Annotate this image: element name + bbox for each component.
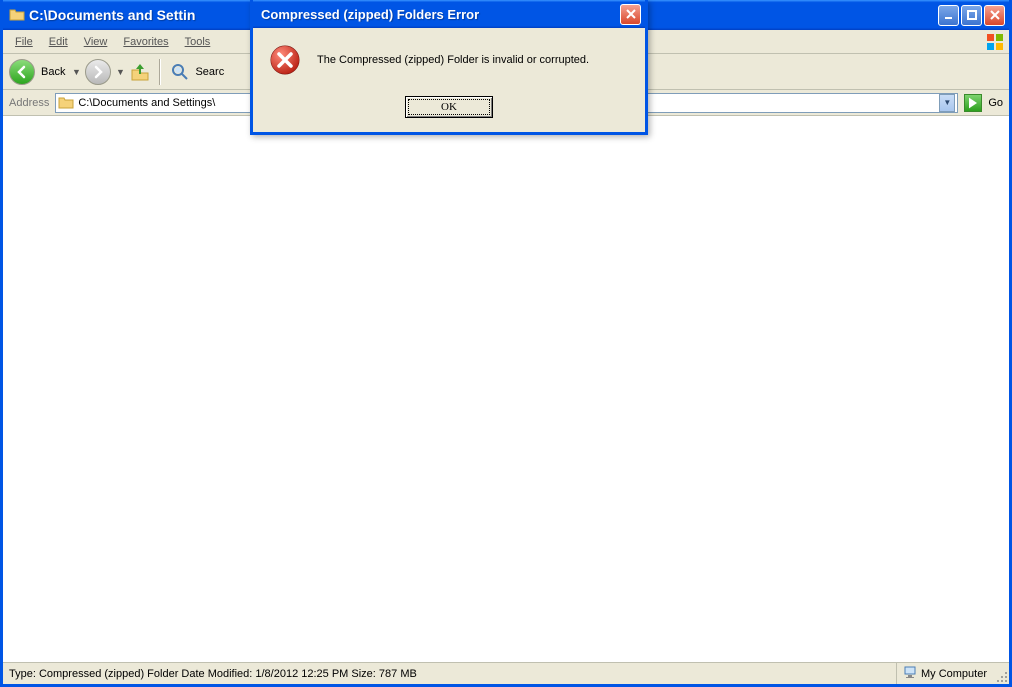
menu-file[interactable]: File — [7, 33, 41, 51]
back-label[interactable]: Back — [41, 66, 65, 78]
menu-tools[interactable]: Tools — [177, 33, 219, 51]
back-dropdown[interactable]: ▼ — [71, 67, 81, 77]
error-icon — [269, 44, 301, 76]
search-icon[interactable] — [169, 61, 191, 83]
folder-icon — [58, 95, 74, 111]
dialog-message: The Compressed (zipped) Folder is invali… — [317, 54, 589, 66]
address-dropdown[interactable]: ▼ — [939, 94, 955, 112]
dialog-titlebar[interactable]: Compressed (zipped) Folders Error — [253, 0, 645, 28]
dialog-body: The Compressed (zipped) Folder is invali… — [253, 28, 645, 132]
windows-logo-icon — [985, 32, 1005, 52]
content-area[interactable] — [3, 116, 1009, 662]
dialog-close-button[interactable] — [620, 4, 641, 25]
back-button[interactable] — [9, 59, 35, 85]
search-label[interactable]: Searc — [195, 66, 224, 78]
address-label: Address — [9, 97, 49, 109]
dialog-title: Compressed (zipped) Folders Error — [261, 7, 620, 22]
minimize-button[interactable] — [938, 5, 959, 26]
computer-icon — [903, 665, 917, 682]
toolbar-separator — [159, 59, 161, 85]
window-controls — [938, 5, 1005, 26]
maximize-button[interactable] — [961, 5, 982, 26]
menu-view[interactable]: View — [76, 33, 116, 51]
resize-grip-icon[interactable] — [996, 671, 1008, 683]
error-dialog: Compressed (zipped) Folders Error The Co… — [250, 0, 648, 135]
folder-icon — [9, 7, 25, 23]
menu-favorites[interactable]: Favorites — [115, 33, 176, 51]
go-label[interactable]: Go — [988, 97, 1003, 109]
forward-button[interactable] — [85, 59, 111, 85]
go-button[interactable] — [964, 94, 982, 112]
status-text: Type: Compressed (zipped) Folder Date Mo… — [9, 668, 892, 680]
up-button[interactable] — [129, 61, 151, 83]
status-zone-label: My Computer — [921, 668, 987, 680]
status-zone: My Computer — [896, 663, 1003, 684]
ok-button[interactable]: OK — [405, 96, 493, 118]
statusbar: Type: Compressed (zipped) Folder Date Mo… — [3, 662, 1009, 684]
forward-dropdown[interactable]: ▼ — [115, 67, 125, 77]
menu-edit[interactable]: Edit — [41, 33, 76, 51]
close-button[interactable] — [984, 5, 1005, 26]
